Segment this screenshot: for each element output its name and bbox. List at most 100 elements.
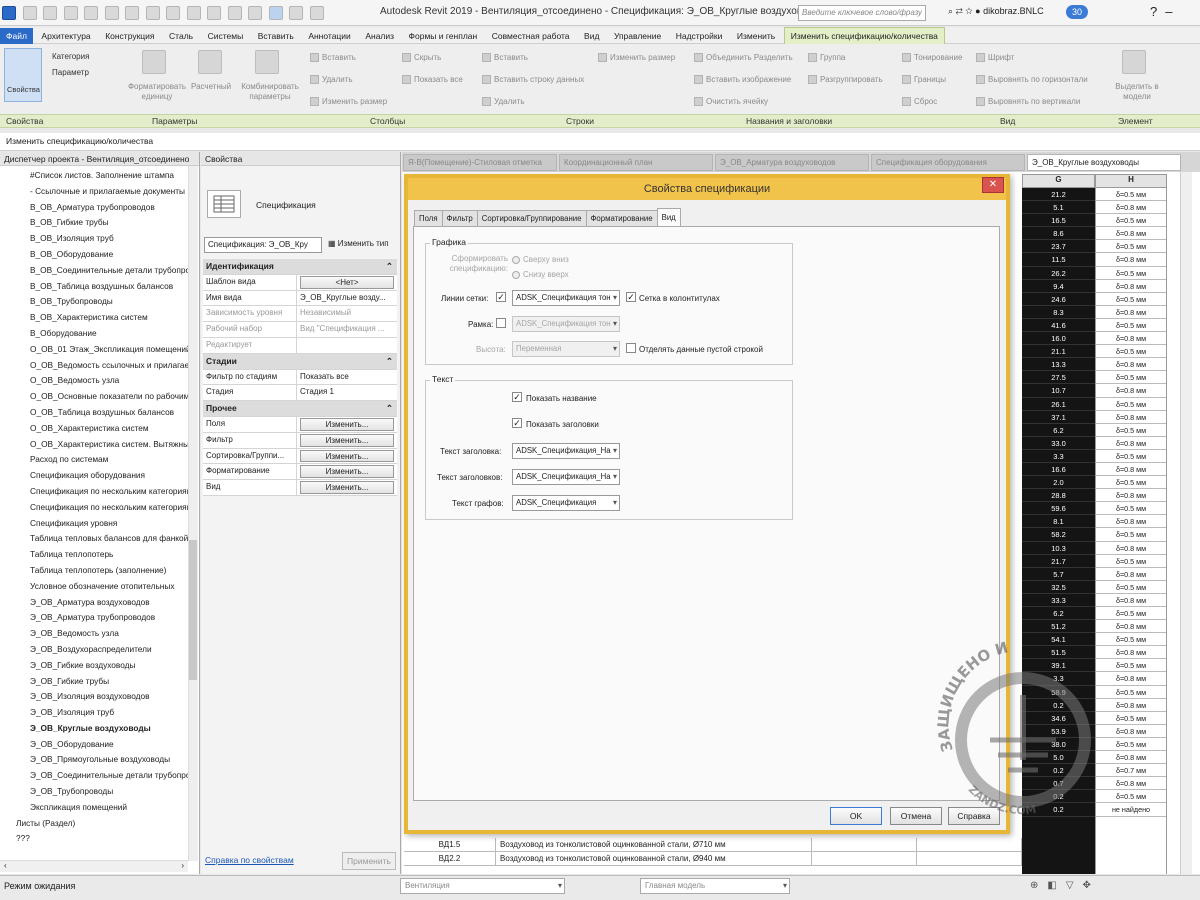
project-browser-item[interactable]: Спецификация уровня — [30, 516, 188, 532]
table-cell-g[interactable]: 0.2 — [1022, 803, 1095, 817]
table-cell-h[interactable]: δ=0.5 мм — [1096, 240, 1166, 254]
project-browser-item[interactable]: О_ОВ_Характеристика систем. Вытяжные — [30, 437, 188, 453]
dimension-icon[interactable] — [166, 6, 181, 20]
table-cell-h[interactable]: δ=0.5 мм — [1096, 476, 1166, 490]
tab-annotate[interactable]: Аннотации — [302, 28, 357, 44]
view-tab-active[interactable]: Э_ОВ_Круглые воздуховоды — [1027, 154, 1181, 171]
frame-checkbox[interactable] — [496, 318, 506, 328]
table-cell-g[interactable]: 5.1 — [1022, 201, 1095, 215]
tab-file[interactable]: Файл — [0, 28, 33, 44]
table-cell-g[interactable]: 16.6 — [1022, 463, 1095, 477]
project-browser-item[interactable]: В_ОВ_Соединительные детали трубопроводов — [30, 263, 188, 279]
column-header-g[interactable]: G — [1022, 174, 1095, 188]
drag-icon[interactable]: ✥ — [1083, 880, 1100, 891]
grid-in-headers-checkbox[interactable]: ✓ — [626, 292, 636, 302]
blank-row-checkbox[interactable] — [626, 343, 636, 353]
table-cell-h[interactable]: δ=0.5 мм — [1096, 424, 1166, 437]
project-browser-item[interactable]: В_ОВ_Оборудование — [30, 247, 188, 263]
combine-params-button[interactable]: Комбинировать параметры — [238, 82, 302, 102]
highlight-in-model-button[interactable]: Выделить в модели — [1112, 82, 1162, 102]
table-cell-g[interactable]: 33.0 — [1022, 437, 1095, 450]
project-browser-item[interactable]: Условное обозначение отопительных — [30, 579, 188, 595]
project-browser-item[interactable]: Э_ОВ_Трубопроводы — [30, 784, 188, 800]
binoculars-icon[interactable]: ⌕ — [948, 6, 953, 16]
project-browser-item[interactable]: Таблица теплопотерь (заполнение) — [30, 563, 188, 579]
sorting-edit-button[interactable]: Изменить... — [300, 449, 394, 463]
measure-icon[interactable] — [145, 6, 160, 20]
align-vertical-button[interactable]: Выровнять по вертикали — [976, 97, 1080, 107]
project-browser-item[interactable]: Таблица тепловых балансов для фанкойлов — [30, 531, 188, 547]
table-cell-h[interactable]: δ=0.8 мм — [1096, 725, 1166, 738]
font-button[interactable]: Шрифт — [976, 53, 1014, 63]
user-area[interactable]: ⌕ ⇄ ☆ ● dikobraz.BNLC — [948, 6, 1044, 17]
table-cell-h[interactable]: δ=0.8 мм — [1096, 620, 1166, 634]
table-cell-g[interactable]: 8.3 — [1022, 306, 1095, 319]
table-cell-h[interactable]: δ=0.5 мм — [1096, 607, 1166, 621]
project-browser-item[interactable]: - Ссылочные и прилагаемые документы — [30, 184, 188, 200]
project-browser-item[interactable]: Листы (Раздел) — [16, 816, 174, 832]
table-cell-g[interactable]: 37.1 — [1022, 411, 1095, 424]
table-cell-h[interactable]: δ=0.8 мм — [1096, 306, 1166, 319]
table-cell-g[interactable]: 0.2 — [1022, 699, 1095, 712]
table-cell-h[interactable]: δ=0.5 мм — [1096, 371, 1166, 385]
project-browser-item[interactable]: Э_ОВ_Ведомость узла — [30, 626, 188, 642]
table-cell-g[interactable]: 21.1 — [1022, 345, 1095, 359]
project-browser-item[interactable]: Э_ОВ_Гибкие трубы — [30, 674, 188, 690]
table-cell-g[interactable]: 9.4 — [1022, 280, 1095, 293]
ok-button[interactable]: OK — [830, 807, 882, 825]
project-browser-scrollbar[interactable] — [188, 166, 198, 861]
properties-help-link[interactable]: Справка по свойствам — [205, 855, 294, 865]
table-cell-h[interactable]: δ=0.8 мм — [1096, 411, 1166, 424]
phase-field[interactable]: Стадия 1 — [297, 385, 397, 400]
radio-top-down[interactable]: Сверху вниз — [512, 255, 569, 264]
frame-select[interactable]: ADSK_Спецификация тон ▾ — [512, 316, 620, 332]
table-cell-h[interactable]: δ=0.7 мм — [1096, 764, 1166, 778]
table-cell-h[interactable]: δ=0.8 мм — [1096, 280, 1166, 293]
filter-icon[interactable]: ▽ — [1066, 880, 1083, 891]
table-cell-g[interactable]: 39.1 — [1022, 659, 1095, 673]
table-cell-g[interactable]: 8.6 — [1022, 227, 1095, 241]
insert-image-button[interactable]: Вставить изображение — [694, 75, 791, 85]
open-icon[interactable] — [22, 6, 37, 20]
table-cell-h[interactable]: δ=0.5 мм — [1096, 214, 1166, 228]
help-icon[interactable]: ? — [1150, 4, 1165, 19]
table-cell-g[interactable]: 59.6 — [1022, 502, 1095, 516]
view-tab[interactable]: Координационный план — [559, 154, 713, 171]
project-browser-item[interactable]: Расход по системам — [30, 452, 188, 468]
table-cell-h[interactable]: δ=0.5 мм — [1096, 581, 1166, 594]
timer-badge[interactable]: 30 — [1066, 5, 1089, 19]
group-button[interactable]: Группа — [808, 53, 845, 63]
column-header-h[interactable]: H — [1095, 174, 1167, 188]
project-browser-item[interactable]: В_ОВ_Изоляция труб — [30, 231, 188, 247]
project-browser-item[interactable]: Э_ОВ_Соединительные детали трубопроводов — [30, 768, 188, 784]
table-cell-h[interactable]: δ=0.5 мм — [1096, 555, 1166, 568]
table-cell-g[interactable]: 8.1 — [1022, 515, 1095, 529]
project-browser-item[interactable]: Э_ОВ_Арматура воздуховодов — [30, 595, 188, 611]
table-cell-h[interactable]: δ=0.8 мм — [1096, 384, 1166, 398]
save-icon[interactable] — [43, 6, 58, 20]
close-hidden-icon[interactable] — [289, 6, 304, 20]
table-cell-g[interactable]: 41.6 — [1022, 319, 1095, 333]
show-title-checkbox[interactable]: ✓ — [512, 392, 522, 402]
table-cell-h[interactable]: δ=0.8 мм — [1096, 437, 1166, 450]
table-cell-g[interactable]: 10.7 — [1022, 384, 1095, 398]
table-cell-g[interactable]: 6.2 — [1022, 607, 1095, 621]
table-cell-g[interactable]: 0.7 — [1022, 777, 1095, 791]
ungroup-button[interactable]: Разгруппировать — [808, 75, 883, 85]
table-cell-h[interactable]: δ=0.8 мм — [1096, 751, 1166, 765]
table-cell-h[interactable]: δ=0.8 мм — [1096, 253, 1166, 267]
tab-fields[interactable]: Поля — [414, 210, 443, 227]
table-cell-h[interactable]: δ=0.8 мм — [1096, 542, 1166, 555]
table-cell-g[interactable]: 51.2 — [1022, 620, 1095, 634]
table-cell-g[interactable]: 58.2 — [1022, 528, 1095, 542]
delete-column-button[interactable]: Удалить — [310, 75, 353, 85]
table-cell-g[interactable]: 26.2 — [1022, 267, 1095, 280]
project-browser-item[interactable]: Спецификация по нескольким категориям — [30, 500, 188, 516]
body-text-select[interactable]: ADSK_Спецификация ▾ — [512, 495, 620, 511]
table-cell-h[interactable]: δ=0.5 мм — [1096, 502, 1166, 516]
link-icon[interactable]: ⊕ — [1030, 880, 1047, 891]
project-browser-item[interactable]: О_ОВ_Основные показатели по рабочим — [30, 389, 188, 405]
table-cell-h[interactable]: δ=0.5 мм — [1096, 686, 1166, 699]
close-icon[interactable]: ✕ — [982, 177, 1004, 193]
redo-icon[interactable] — [104, 6, 119, 20]
